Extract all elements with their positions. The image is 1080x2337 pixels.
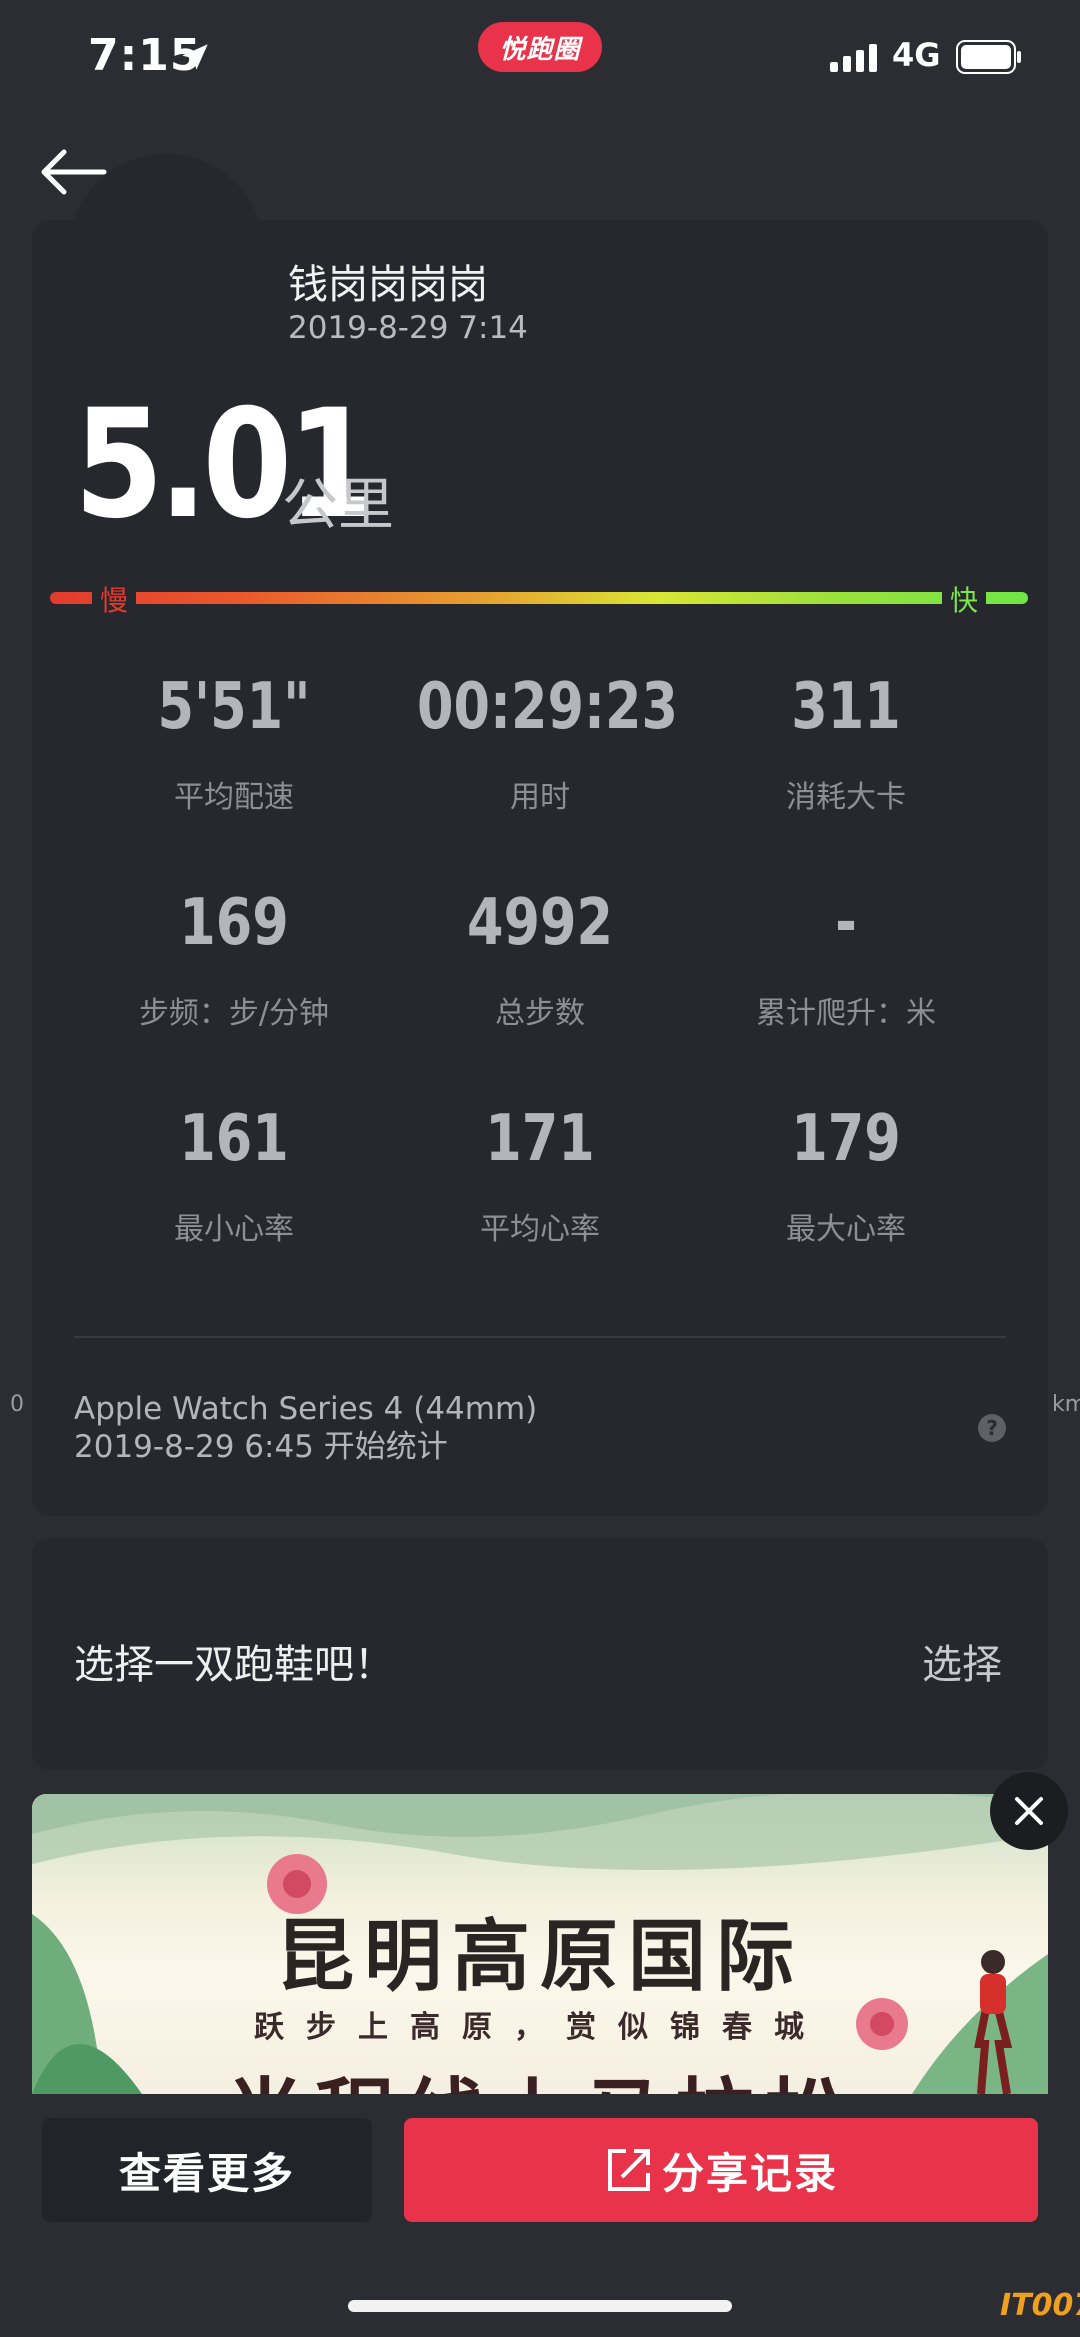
location-arrow-icon [182,44,208,70]
share-record-label: 分享记录 [661,2148,838,2198]
user-name: 钱岗岗岗岗 [288,262,488,308]
stat-value: 00:29:23 [417,670,679,744]
stat-min-heart-rate: 161 最小心率 [84,1104,384,1248]
stat-value: 169 [179,886,289,960]
edge-axis-label-right: km [1052,1392,1080,1417]
network-type: 4G [892,36,941,74]
stat-label: 最大心率 [786,1212,906,1248]
view-more-button[interactable]: 查看更多 [42,2118,372,2222]
slow-label: 慢 [92,580,136,618]
stat-value: 171 [485,1102,595,1176]
stat-label: 平均配速 [174,780,294,816]
select-shoe-button[interactable]: 选择 [922,1632,1002,1690]
stat-value: 5'51" [157,670,311,744]
stat-label: 最小心率 [174,1212,294,1248]
stat-value: 4992 [466,886,614,960]
share-record-button[interactable]: 分享记录 [404,2118,1038,2222]
run-date: 2019-8-29 7:14 [288,310,528,346]
fast-label: 快 [942,580,986,618]
banner-title: 昆明高原国际 [275,1911,804,2002]
marathon-banner[interactable]: 昆明高原国际 跃步上高原，赏似锦春城 半程线上马拉松 [32,1794,1048,2094]
stat-label: 消耗大卡 [786,780,906,816]
stats-start-time: 2019-8-29 6:45 开始统计 [74,1429,448,1465]
stat-max-heart-rate: 179 最大心率 [696,1104,996,1248]
avatar[interactable] [68,154,264,350]
stat-elevation: - 累计爬升：米 [696,888,996,1032]
stat-total-steps: 4992 总步数 [390,888,690,1032]
stat-calories: 311 消耗大卡 [696,672,996,816]
stat-duration: 00:29:23 用时 [390,672,690,816]
stat-avg-heart-rate: 171 平均心率 [390,1104,690,1248]
device-name: Apple Watch Series 4 (44mm) [74,1391,538,1427]
pace-gradient-bar [50,592,1028,604]
banner-subtitle: 跃步上高原，赏似锦春城 [254,2010,826,2045]
edge-axis-label-left: 0 [10,1392,24,1417]
battery-icon [956,40,1021,74]
stat-label: 平均心率 [480,1212,600,1248]
stat-label: 总步数 [495,996,585,1032]
help-icon[interactable]: ? [978,1414,1006,1442]
close-icon[interactable] [990,1772,1068,1850]
shoe-prompt: 选择一双跑鞋吧！ [74,1642,394,1688]
stat-value: 311 [791,670,901,744]
stat-value: 179 [791,1102,901,1176]
stat-value: 161 [179,1102,289,1176]
stat-label: 累计爬升：米 [756,996,936,1032]
device-info: Apple Watch Series 4 (44mm) 2019-8-29 6:… [74,1390,537,1466]
distance-unit: 公里 [282,473,394,538]
stat-avg-pace: 5'51" 平均配速 [84,672,384,816]
signal-icon [830,44,877,72]
banner-title-secondary: 半程线上马拉松 [32,2052,1048,2094]
divider [74,1336,1006,1338]
stat-label: 用时 [510,780,570,816]
brand-badge[interactable]: 悦跑圈 [478,22,602,72]
share-icon [607,2149,650,2191]
watermark-logo: IT007 [1000,2288,1080,2323]
home-indicator[interactable] [348,2300,732,2312]
stat-value: - [835,886,857,960]
stat-cadence: 169 步频：步/分钟 [84,888,384,1032]
stat-label: 步频：步/分钟 [138,996,330,1032]
